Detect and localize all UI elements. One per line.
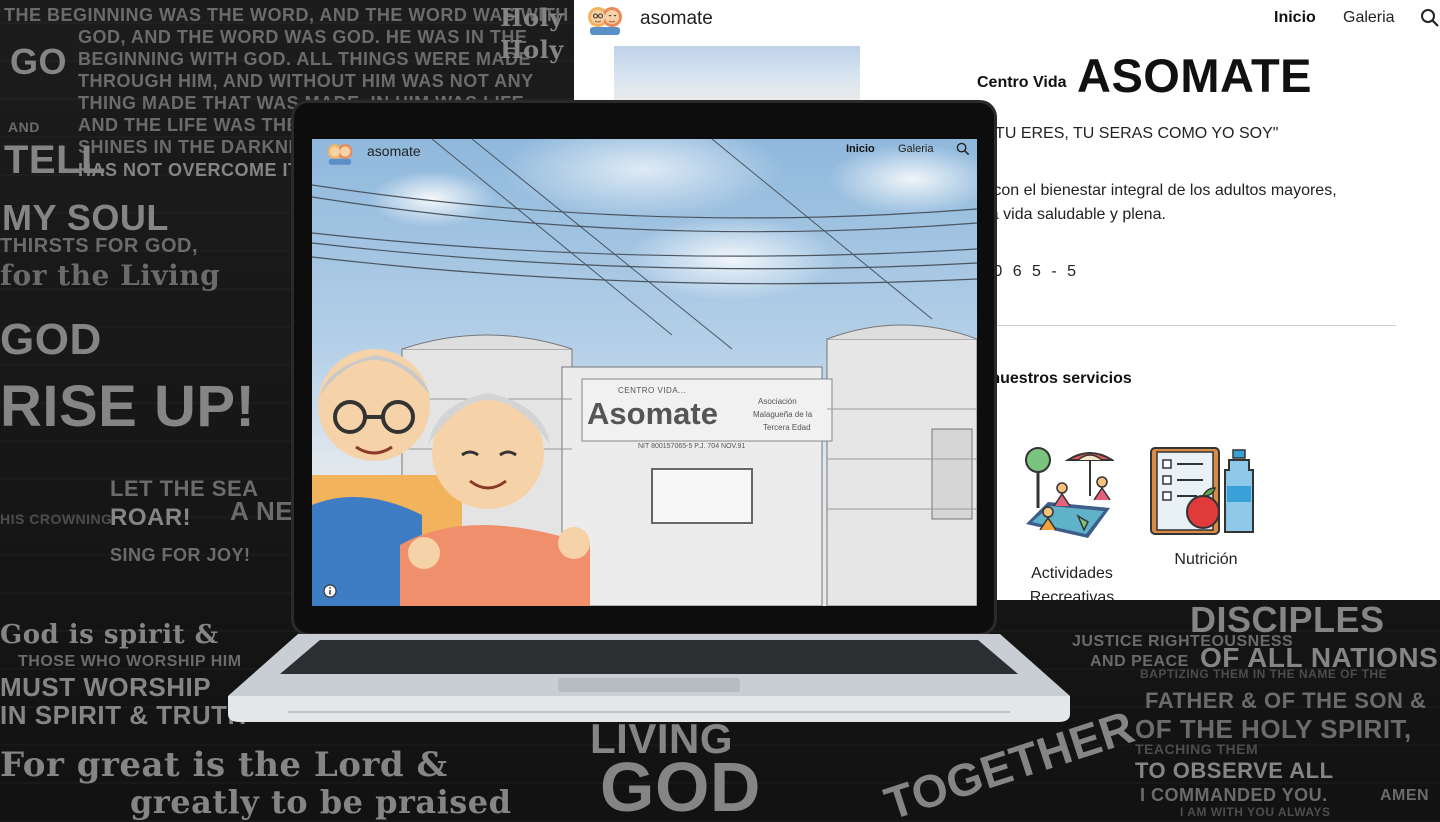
wall-text: thirsts for God, (0, 235, 198, 257)
wall-text: My soul (2, 197, 169, 238)
site-brand[interactable]: asomate (640, 8, 713, 30)
sign-subtitle: Malagueña de la (753, 410, 813, 419)
wall-text: must worship (0, 672, 212, 702)
wall-text: I am with you always (1180, 805, 1331, 819)
wall-text: and (8, 119, 40, 135)
wall-text: God, and the word was God. He was in the (78, 27, 528, 47)
hero-image-strip (614, 46, 860, 102)
screen-header: asomate Inicio Galeria (312, 139, 977, 167)
mission-text: una vida saludable y plena. (972, 206, 1166, 223)
wall-text: I commanded you. (1140, 785, 1328, 805)
search-icon[interactable] (956, 142, 970, 156)
wall-text: God is spirit & (0, 620, 219, 650)
screen-nav-galeria-link[interactable]: Galeria (898, 143, 933, 155)
wall-text: sing for joy! (110, 545, 251, 565)
wall-text: through him, and without him was not any (78, 71, 534, 91)
wall-text: His crowning (0, 511, 113, 527)
wall-text: Amen (1380, 787, 1430, 804)
wall-text: greatly to be praised (130, 783, 512, 821)
site-kicker: Centro Vida (977, 74, 1067, 91)
service-label[interactable]: Actividades Recreativas (994, 562, 1150, 600)
sign-subtitle: Tercera Edad (763, 423, 811, 432)
laptop-screen: CENTRO VIDA... Asomate Asociación Malagu… (312, 139, 977, 606)
wall-text: God (600, 748, 761, 822)
service-label[interactable]: Nutrición (1154, 551, 1258, 569)
nutrition-icon[interactable] (1149, 446, 1263, 536)
divider (974, 325, 1396, 326)
wall-text: Holy (500, 3, 564, 32)
sign-subtitle: Asociación (758, 397, 797, 406)
wall-text: roar! (110, 504, 192, 531)
site-quote: IO TU ERES, TU SERAS COMO YO SOY" (974, 125, 1279, 142)
grandparents-illustration (312, 349, 590, 606)
sign-kicker: CENTRO VIDA... (618, 386, 687, 395)
wall-text: God (0, 315, 102, 364)
grandparents-logo-icon[interactable] (586, 3, 624, 35)
services-heading: e nuestros servicios (977, 370, 1132, 387)
wall-text: teaching them (1135, 741, 1259, 757)
mission-text: os con el bienestar integral de los adul… (972, 182, 1337, 199)
recreation-activities-icon[interactable] (1018, 446, 1114, 544)
screen-brand[interactable]: asomate (367, 143, 421, 159)
search-icon[interactable] (1420, 8, 1440, 28)
laptop-keyboard-base (228, 634, 1070, 722)
wall-text: Holy (500, 35, 564, 64)
wall-text: in spirit & truth (0, 700, 247, 730)
wall-text: Father & of the Son & (1145, 688, 1427, 713)
wall-text: Rise up! (0, 374, 256, 439)
wall-text: of the Holy Spirit, (1135, 714, 1412, 744)
wall-text: Baptizing them in the name of the (1140, 667, 1388, 681)
wall-text: beginning with God. All things were made (78, 49, 531, 69)
wall-text: Tell (4, 138, 106, 182)
wall-text: those who worship him (18, 653, 242, 670)
site-header: asomate Inicio Galeria (574, 0, 1440, 46)
wall-text: to observe all (1135, 758, 1334, 783)
grandparents-logo-icon[interactable] (326, 141, 354, 165)
wall-text: Go (10, 41, 68, 82)
wall-text: The beginning was the word, and the word… (4, 5, 569, 25)
page-title: ASOMATE (1077, 49, 1313, 102)
wall-text: for the Living (0, 259, 221, 292)
sign-nit: NIT 800157065-5 P.J. 704 NOV.91 (638, 443, 746, 450)
nav-galeria-link[interactable]: Galeria (1343, 9, 1395, 27)
screen-nav-inicio-link[interactable]: Inicio (846, 143, 875, 155)
wall-text: has not overcome it. (78, 160, 304, 180)
nav-inicio-link[interactable]: Inicio (1274, 9, 1316, 27)
info-icon[interactable] (323, 584, 337, 598)
wall-text: For great is the Lord & (0, 745, 448, 785)
wall-text: Justice righteousness (1072, 633, 1294, 650)
